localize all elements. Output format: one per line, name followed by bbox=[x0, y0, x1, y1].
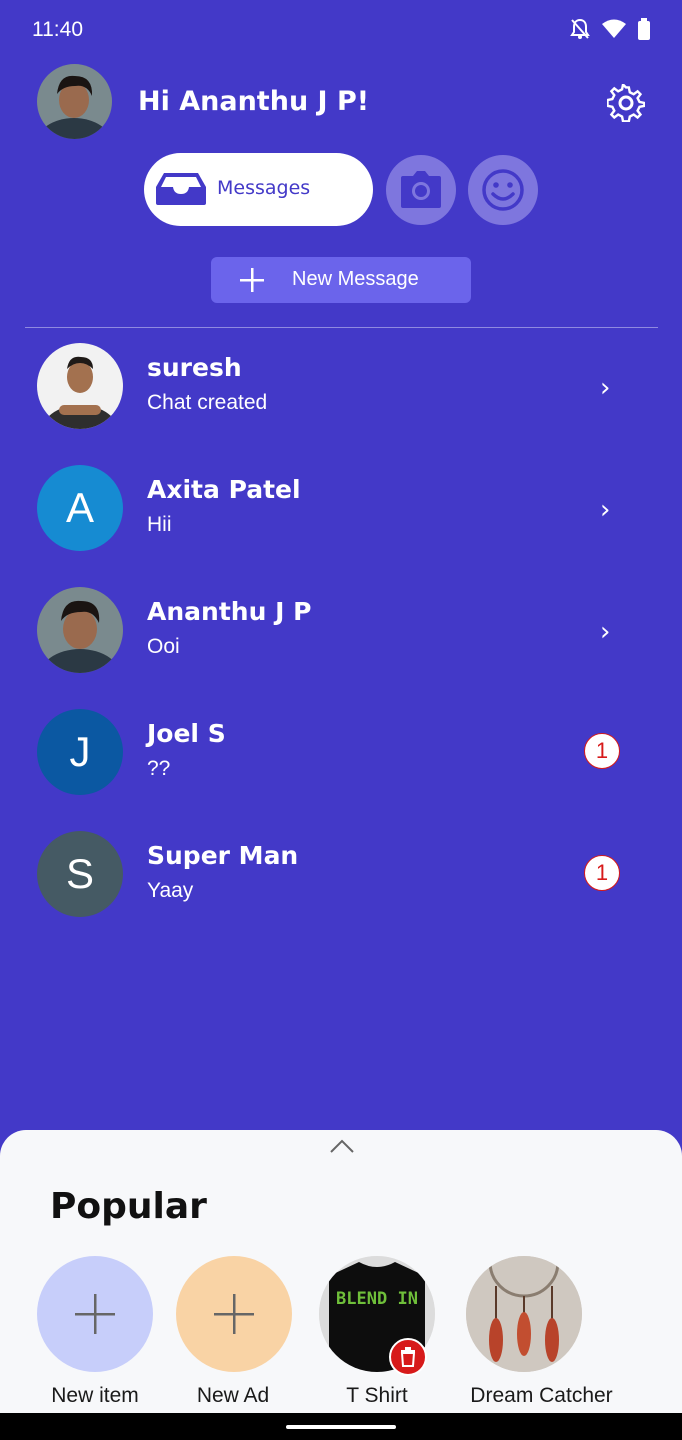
gear-icon[interactable] bbox=[607, 84, 645, 122]
trash-icon bbox=[400, 1347, 416, 1367]
chevron-up-icon[interactable] bbox=[329, 1138, 355, 1154]
status-time: 11:40 bbox=[32, 18, 83, 41]
messages-tab-label: Messages bbox=[217, 177, 311, 199]
chat-last-message: ?? bbox=[147, 757, 171, 780]
system-nav-bar bbox=[0, 1413, 682, 1440]
new-message-button[interactable]: New Message bbox=[211, 257, 471, 303]
unread-badge: 1 bbox=[584, 855, 620, 891]
chat-last-message: Yaay bbox=[147, 879, 194, 902]
emoji-button[interactable] bbox=[468, 155, 538, 225]
popular-sheet: Popular New item New Ad BLEND IN T Shirt… bbox=[0, 1130, 682, 1413]
avatar: S bbox=[37, 831, 123, 917]
chevron-right-icon: › bbox=[600, 373, 611, 403]
chat-name: suresh bbox=[147, 353, 242, 382]
divider bbox=[25, 327, 658, 328]
chat-row-joel-s[interactable]: J Joel S ?? 1 bbox=[0, 709, 682, 831]
popular-title: Popular bbox=[50, 1186, 207, 1227]
chat-name: Joel S bbox=[147, 719, 226, 748]
avatar bbox=[37, 343, 123, 429]
battery-icon bbox=[638, 18, 650, 40]
popular-item-label: T Shirt bbox=[346, 1384, 408, 1407]
messages-tab[interactable]: Messages bbox=[144, 153, 373, 226]
chat-name: Super Man bbox=[147, 841, 299, 870]
delete-button[interactable] bbox=[389, 1338, 427, 1376]
avatar: J bbox=[37, 709, 123, 795]
camera-button[interactable] bbox=[386, 155, 456, 225]
unread-badge: 1 bbox=[584, 733, 620, 769]
chevron-right-icon: › bbox=[600, 617, 611, 647]
chat-row-suresh[interactable]: suresh Chat created › bbox=[0, 343, 682, 465]
status-bar: 11:40 bbox=[0, 0, 682, 62]
avatar bbox=[37, 587, 123, 673]
plus-icon bbox=[75, 1294, 115, 1334]
chat-last-message: Hii bbox=[147, 513, 172, 536]
greeting-title: Hi Ananthu J P! bbox=[138, 86, 370, 117]
chat-row-super-man[interactable]: S Super Man Yaay 1 bbox=[0, 831, 682, 953]
camera-icon bbox=[401, 171, 441, 208]
wifi-icon bbox=[602, 19, 626, 38]
profile-avatar[interactable] bbox=[37, 64, 112, 139]
plus-icon bbox=[214, 1294, 254, 1334]
new-message-label: New Message bbox=[292, 268, 419, 290]
dream-catcher-image bbox=[466, 1256, 582, 1372]
chat-name: Axita Patel bbox=[147, 475, 301, 504]
bell-off-icon bbox=[570, 18, 590, 39]
popular-item-label: Dream Catcher bbox=[470, 1384, 613, 1407]
chat-last-message: Ooi bbox=[147, 635, 180, 658]
chat-row-ananthu[interactable]: Ananthu J P Ooi › bbox=[0, 587, 682, 709]
popular-item-label: New Ad bbox=[196, 1384, 270, 1407]
inbox-icon bbox=[156, 173, 206, 205]
chat-row-axita-patel[interactable]: A Axita Patel Hii › bbox=[0, 465, 682, 587]
chat-last-message: Chat created bbox=[147, 391, 268, 414]
tshirt-print-text: BLEND IN bbox=[336, 1289, 418, 1309]
chevron-right-icon: › bbox=[600, 495, 611, 525]
popular-item-label: New item bbox=[51, 1384, 139, 1407]
plus-icon bbox=[240, 268, 264, 292]
smile-icon bbox=[482, 169, 524, 211]
avatar: A bbox=[37, 465, 123, 551]
chat-name: Ananthu J P bbox=[147, 597, 312, 626]
home-gesture-handle[interactable] bbox=[286, 1425, 396, 1429]
